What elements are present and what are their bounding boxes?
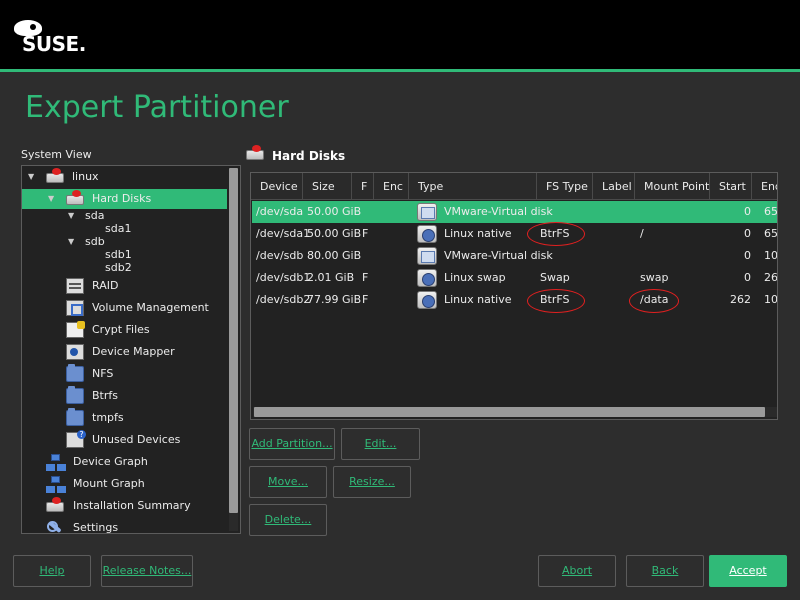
partition-icon — [417, 269, 437, 287]
release-notes-button[interactable]: Release Notes... — [101, 555, 193, 587]
page-title: Expert Partitioner — [25, 90, 289, 125]
settings-icon — [46, 520, 64, 533]
tree-item-mount-graph[interactable]: Mount Graph — [22, 474, 227, 494]
column-header-start[interactable]: Start — [710, 173, 752, 200]
table-horizontal-scrollbar[interactable] — [253, 407, 777, 417]
column-header-enc[interactable]: Enc — [374, 173, 409, 200]
crypt-icon — [66, 321, 85, 338]
column-header-end[interactable]: End — [752, 173, 777, 200]
disk-icon — [46, 497, 64, 512]
logo-text: SUSE. — [22, 32, 86, 56]
tree-item-nfs[interactable]: NFS — [22, 364, 227, 384]
tree-item-volume-management[interactable]: Volume Management — [22, 298, 227, 318]
partition-table[interactable]: Device Size F Enc Type FS Type Label Mou… — [250, 172, 778, 420]
resize-button[interactable]: Resize... — [333, 466, 411, 498]
tree-item-installation-summary[interactable]: Installation Summary — [22, 496, 227, 516]
accept-button[interactable]: Accept — [709, 555, 787, 587]
table-scrollbar-thumb[interactable] — [254, 407, 765, 417]
column-header-mount-point[interactable]: Mount Point — [635, 173, 710, 200]
expand-arrow-icon[interactable]: ▼ — [28, 167, 38, 187]
tree-item-tmpfs[interactable]: tmpfs — [22, 408, 227, 428]
column-header-fs-type[interactable]: FS Type — [537, 173, 593, 200]
raid-icon — [66, 278, 84, 294]
column-header-label[interactable]: Label — [593, 173, 635, 200]
annotation-oval — [629, 289, 679, 313]
table-row[interactable]: /dev/sda1 50.00 GiB F Linux native BtrFS… — [252, 223, 777, 245]
system-view-tree[interactable]: ▼ linux ▼ Hard Disks ▼ sda sda1 ▼ sdb sd… — [21, 165, 241, 534]
abort-button[interactable]: Abort — [538, 555, 616, 587]
tree-item-unused-devices[interactable]: Unused Devices — [22, 430, 227, 450]
column-header-f[interactable]: F — [352, 173, 374, 200]
tree-item-crypt-files[interactable]: Crypt Files — [22, 320, 227, 340]
unused-devices-icon — [66, 430, 86, 448]
virtual-disk-icon — [417, 247, 437, 265]
tree-item-device-graph[interactable]: Device Graph — [22, 452, 227, 472]
edit-button[interactable]: Edit... — [341, 428, 420, 460]
annotation-oval — [527, 222, 585, 246]
tree-item-raid[interactable]: RAID — [22, 276, 227, 296]
disk-icon — [46, 168, 64, 183]
table-row[interactable]: /dev/sda 50.00 GiB VMware-Virtual disk 0… — [252, 201, 777, 223]
table-header: Device Size F Enc Type FS Type Label Mou… — [251, 173, 777, 200]
column-header-size[interactable]: Size — [303, 173, 352, 200]
help-button[interactable]: Help — [13, 555, 91, 587]
disk-icon — [66, 190, 84, 205]
system-view-label: System View — [21, 148, 92, 161]
tree-scrollbar-thumb[interactable] — [229, 168, 238, 513]
folder-icon — [66, 364, 84, 382]
tree-item-settings[interactable]: Settings — [22, 518, 227, 533]
partition-icon — [417, 225, 437, 243]
delete-button[interactable]: Delete... — [249, 504, 327, 536]
annotation-oval — [527, 289, 585, 313]
disk-icon — [246, 145, 264, 160]
tree-item-btrfs[interactable]: Btrfs — [22, 386, 227, 406]
add-partition-button[interactable]: Add Partition... — [249, 428, 335, 460]
header-accent-line — [0, 69, 800, 72]
suse-logo: SUSE. — [14, 18, 94, 58]
partition-icon — [417, 291, 437, 309]
volume-icon — [66, 300, 84, 316]
tree-item-device-mapper[interactable]: Device Mapper — [22, 342, 227, 362]
table-row[interactable]: /dev/sdb 80.00 GiB VMware-Virtual disk 0… — [252, 245, 777, 267]
graph-icon — [46, 454, 64, 470]
table-row[interactable]: /dev/sdb2 77.99 GiB F Linux native BtrFS… — [252, 289, 777, 311]
virtual-disk-icon — [417, 203, 437, 221]
graph-icon — [46, 476, 64, 492]
table-row[interactable]: /dev/sdb1 2.01 GiB F Linux swap Swap swa… — [252, 267, 777, 289]
tree-item-linux[interactable]: ▼ linux — [22, 167, 227, 187]
back-button[interactable]: Back — [626, 555, 704, 587]
top-header: SUSE. — [0, 0, 800, 69]
move-button[interactable]: Move... — [249, 466, 327, 498]
column-header-type[interactable]: Type — [409, 173, 537, 200]
tree-item-sdb2[interactable]: sdb2 — [22, 258, 227, 278]
folder-icon — [66, 408, 84, 426]
folder-icon — [66, 386, 84, 404]
tree-scrollbar[interactable] — [229, 168, 238, 531]
device-mapper-icon — [66, 344, 84, 360]
column-header-device[interactable]: Device — [251, 173, 303, 200]
